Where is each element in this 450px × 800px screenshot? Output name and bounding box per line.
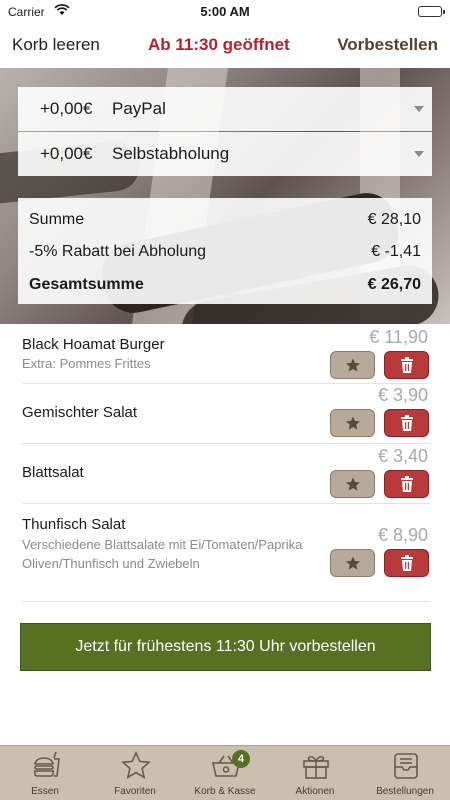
tab-aktionen[interactable]: Aktionen	[270, 746, 360, 800]
trash-icon	[400, 476, 413, 492]
favorite-button[interactable]	[330, 549, 375, 577]
price-summary: Summe € 28,10 -5% Rabatt bei Abholung € …	[18, 198, 432, 304]
item-price: € 3,40	[377, 446, 428, 466]
item-name: Thunfisch Salat	[22, 516, 126, 533]
preorder-button[interactable]: Vorbestellen	[337, 35, 438, 55]
item-name: Gemischter Salat	[22, 404, 138, 421]
tab-bestellungen[interactable]: Bestellungen	[360, 746, 450, 800]
favorite-button[interactable]	[330, 351, 375, 379]
tab-label: Essen	[31, 786, 59, 797]
total-label: Gesamtsumme	[29, 276, 144, 293]
delete-button[interactable]	[384, 549, 429, 577]
battery-icon	[418, 6, 445, 17]
star-icon	[121, 751, 151, 780]
item-name: Blattsalat	[22, 464, 84, 481]
item-price: € 3,90	[377, 385, 428, 405]
total-value: € 26,70	[367, 276, 421, 293]
discount-row: -5% Rabatt bei Abholung € -1,41	[29, 243, 421, 261]
clear-basket-button[interactable]: Korb leeren	[12, 35, 100, 55]
navigation-bar: Korb leeren Ab 11:30 geöffnet Vorbestell…	[0, 24, 450, 68]
delivery-method-select[interactable]: +0,00€ Selbstabholung	[18, 132, 432, 176]
clock: 5:00 AM	[200, 4, 250, 19]
trash-icon	[400, 357, 413, 373]
tab-favoriten[interactable]: Favoriten	[90, 746, 180, 800]
burger-icon	[34, 751, 60, 777]
basket-count-badge: 4	[232, 750, 250, 768]
trash-icon	[400, 555, 413, 571]
favorite-button[interactable]	[330, 409, 375, 437]
delete-button[interactable]	[384, 470, 429, 498]
item-price: € 11,90	[369, 327, 428, 347]
status-bar: Carrier 5:00 AM	[0, 0, 450, 24]
subtotal-label: Summe	[29, 211, 85, 228]
delivery-fee: +0,00€	[40, 144, 93, 163]
payment-method-select[interactable]: +0,00€ PayPal	[18, 87, 432, 131]
discount-label: -5% Rabatt bei Abholung	[29, 243, 207, 260]
total-row: Gesamtsumme € 26,70	[29, 276, 421, 294]
gift-icon	[303, 755, 329, 779]
item-extras: Extra: Pommes Frittes	[22, 356, 151, 371]
star-icon	[345, 358, 360, 372]
trash-icon	[400, 415, 413, 431]
item-description: Verschiedene Blattsalate mit Ei/Tomaten/…	[22, 537, 303, 571]
payment-method-value: PayPal	[112, 99, 166, 118]
discount-value: € -1,41	[371, 243, 421, 260]
star-icon	[345, 556, 360, 570]
chevron-down-icon	[414, 151, 424, 157]
subtotal-value: € 28,10	[367, 211, 421, 228]
delete-button[interactable]	[384, 351, 429, 379]
delete-button[interactable]	[384, 409, 429, 437]
star-icon	[345, 416, 360, 430]
inbox-icon	[394, 753, 418, 779]
tab-bar: Essen Favoriten 4 Korb & Kasse Aktionen …	[0, 745, 450, 800]
subtotal-row: Summe € 28,10	[29, 211, 421, 229]
list-item: € 8,90 Thunfisch Salat Verschiedene Blat…	[22, 504, 430, 602]
tab-korb-kasse[interactable]: 4 Korb & Kasse	[180, 746, 270, 800]
item-name: Black Hoamat Burger	[22, 336, 165, 353]
list-item: € 11,90 Black Hoamat Burger Extra: Pomme…	[22, 326, 430, 384]
list-item: € 3,90 Gemischter Salat	[22, 384, 430, 444]
payment-fee: +0,00€	[40, 99, 93, 118]
star-icon	[345, 477, 360, 491]
chevron-down-icon	[414, 106, 424, 112]
preorder-submit-button[interactable]: Jetzt für frühestens 11:30 Uhr vorbestel…	[20, 623, 431, 671]
item-price: € 8,90	[377, 525, 428, 545]
opening-hours-title: Ab 11:30 geöffnet	[148, 35, 290, 54]
delivery-method-value: Selbstabholung	[112, 144, 230, 163]
tab-essen[interactable]: Essen	[0, 746, 90, 800]
tab-label: Aktionen	[295, 786, 335, 797]
tab-label: Korb & Kasse	[194, 786, 256, 797]
favorite-button[interactable]	[330, 470, 375, 498]
tab-label: Bestellungen	[376, 786, 434, 797]
list-item: € 3,40 Blattsalat	[22, 444, 430, 504]
tab-label: Favoriten	[114, 786, 156, 797]
